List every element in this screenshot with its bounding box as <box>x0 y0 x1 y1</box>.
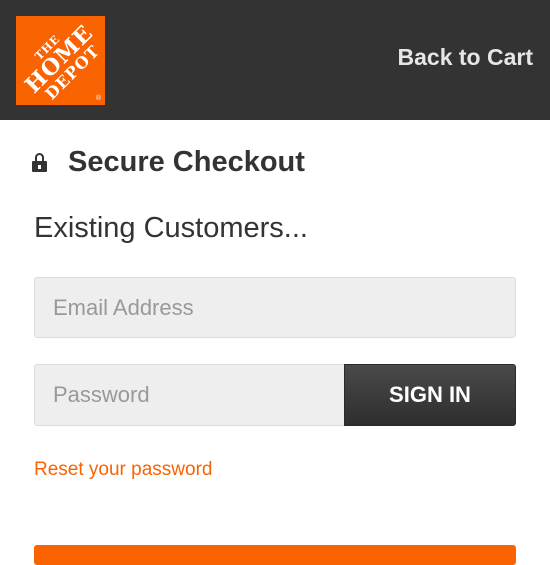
lock-icon <box>32 153 47 172</box>
orange-action-button[interactable] <box>34 545 516 565</box>
existing-customers-heading: Existing Customers... <box>34 212 308 244</box>
reset-password-link[interactable]: Reset your password <box>34 459 212 481</box>
email-field[interactable] <box>34 277 516 338</box>
logo-wordmark: THE HOME DEPOT <box>16 16 105 105</box>
page-title: Secure Checkout <box>68 146 305 178</box>
sign-in-button[interactable]: SIGN IN <box>344 364 516 426</box>
logo-registered-mark: ® <box>95 95 101 102</box>
top-header: THE HOME DEPOT ® Back to Cart <box>0 0 550 120</box>
back-to-cart-link[interactable]: Back to Cart <box>398 44 533 71</box>
home-depot-logo[interactable]: THE HOME DEPOT ® <box>16 16 105 105</box>
password-field[interactable] <box>34 364 346 426</box>
secure-checkout-heading: Secure Checkout <box>32 146 305 179</box>
